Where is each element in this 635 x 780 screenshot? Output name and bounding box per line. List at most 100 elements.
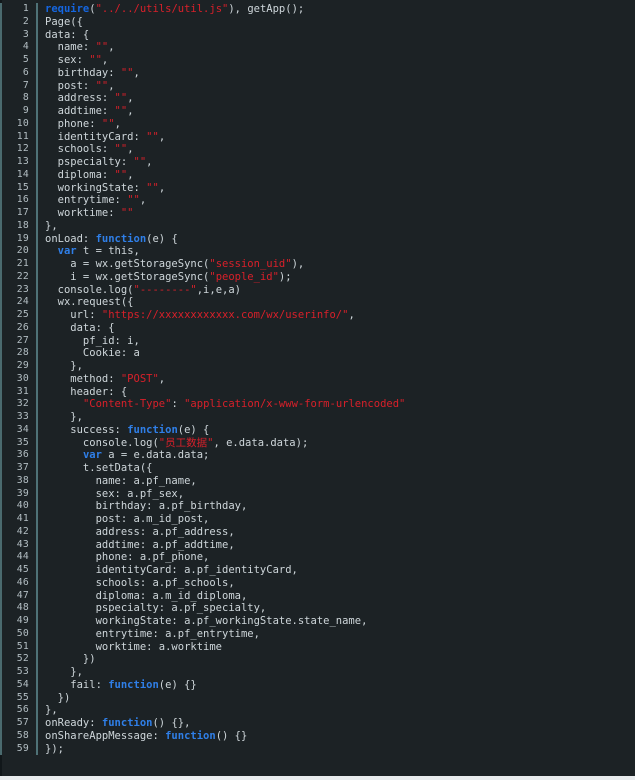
code-line-content[interactable]: addtime: a.pf_addtime, — [38, 539, 635, 552]
code-line[interactable]: 47 diploma: a.m_id_diploma, — [0, 589, 635, 603]
code-line-content[interactable]: }) — [38, 692, 635, 705]
code-line-content[interactable]: method: "POST", — [38, 373, 635, 386]
code-line-content[interactable]: }, — [38, 411, 635, 424]
code-line[interactable]: 40 birthday: a.pf_birthday, — [0, 500, 635, 513]
code-line[interactable]: 7 post: "", — [0, 79, 635, 93]
code-line-content[interactable]: phone: a.pf_phone, — [38, 551, 635, 564]
code-line[interactable]: 31 header: { — [0, 385, 635, 399]
code-line[interactable]: 45 identityCard: a.pf_identityCard, — [0, 564, 635, 577]
code-editor[interactable]: 1 require("../../utils/util.js"), getApp(… — [0, 0, 635, 780]
code-line-content[interactable]: worktime: a.worktime — [38, 641, 635, 654]
code-line-content[interactable]: "Content-Type": "application/x-www-form-… — [38, 398, 635, 411]
code-line-content[interactable]: success: function(e) { — [38, 424, 635, 437]
code-line-content[interactable]: pspecialty: a.pf_specialty, — [38, 602, 635, 615]
code-line[interactable]: 4 name: "", — [0, 41, 635, 54]
code-line-content[interactable]: t.setData({ — [38, 462, 635, 475]
code-line[interactable]: 57 onReady: function() {}, — [0, 717, 635, 730]
code-line-content[interactable]: diploma: a.m_id_diploma, — [38, 590, 635, 603]
code-line[interactable]: 9 addtime: "", — [0, 105, 635, 118]
code-line-content[interactable]: }); — [38, 743, 635, 756]
code-line-content[interactable]: phone: "", — [38, 118, 635, 131]
code-line-content[interactable]: a = wx.getStorageSync("session_uid"), — [38, 258, 635, 271]
code-line[interactable]: 38 name: a.pf_name, — [0, 474, 635, 488]
code-line[interactable]: 17 worktime: "" — [0, 207, 635, 220]
code-line-content[interactable]: address: a.pf_address, — [38, 526, 635, 539]
code-line[interactable]: 30 method: "POST", — [0, 372, 635, 386]
code-line[interactable]: 20 var t = this, — [0, 245, 635, 258]
code-line-content[interactable]: workingState: a.pf_workingState.state_na… — [38, 615, 635, 628]
code-line[interactable]: 33 }, — [0, 411, 635, 424]
code-line[interactable]: 24 wx.request({ — [0, 296, 635, 309]
code-line[interactable]: 10 phone: "", — [0, 117, 635, 131]
code-line-content[interactable]: pspecialty: "", — [38, 156, 635, 169]
code-line-content[interactable]: workingState: "", — [38, 182, 635, 195]
code-line-content[interactable]: identityCard: "", — [38, 131, 635, 144]
code-line-content[interactable]: onLoad: function(e) { — [38, 233, 635, 246]
code-line[interactable]: 23 console.log("--------",i,e,a) — [0, 283, 635, 297]
code-line-content[interactable]: data: { — [38, 29, 635, 42]
code-line[interactable]: 41 post: a.m_id_post, — [0, 513, 635, 526]
code-line[interactable]: 5 sex: "", — [0, 54, 635, 67]
code-line-content[interactable]: name: "", — [38, 41, 635, 54]
code-line-content[interactable]: data: { — [38, 322, 635, 335]
code-line[interactable]: 27 pf_id: i, — [0, 334, 635, 348]
code-line-content[interactable]: }, — [38, 220, 635, 233]
code-line-content[interactable]: Cookie: a — [38, 347, 635, 360]
code-line-content[interactable]: name: a.pf_name, — [38, 475, 635, 488]
code-line-content[interactable]: }, — [38, 666, 635, 679]
code-line-content[interactable]: pf_id: i, — [38, 335, 635, 348]
code-line-content[interactable]: wx.request({ — [38, 296, 635, 309]
code-line-content[interactable]: schools: a.pf_schools, — [38, 577, 635, 590]
code-line[interactable]: 42 address: a.pf_address, — [0, 525, 635, 539]
code-line[interactable]: 58 onShareAppMessage: function() {} — [0, 729, 635, 743]
code-line[interactable]: 53 }, — [0, 666, 635, 679]
code-line[interactable]: 12 schools: "", — [0, 143, 635, 156]
code-line[interactable]: 39 sex: a.pf_sex, — [0, 487, 635, 501]
code-line[interactable]: 35 console.log("员工数据", e.data.data); — [0, 436, 635, 450]
code-line-content[interactable]: diploma: "", — [38, 169, 635, 182]
code-line[interactable]: 25 url: "https://xxxxxxxxxxxx.com/wx/use… — [0, 309, 635, 322]
code-line[interactable]: 51 worktime: a.worktime — [0, 640, 635, 654]
code-line-content[interactable]: birthday: a.pf_birthday, — [38, 500, 635, 513]
code-line[interactable]: 44 phone: a.pf_phone, — [0, 551, 635, 564]
code-line-content[interactable]: address: "", — [38, 92, 635, 105]
code-line[interactable]: 55 }) — [0, 691, 635, 705]
code-line[interactable]: 36 var a = e.data.data; — [0, 449, 635, 462]
code-line[interactable]: 15 workingState: "", — [0, 181, 635, 195]
code-line-content[interactable]: }, — [38, 704, 635, 717]
code-line-content[interactable]: onReady: function() {}, — [38, 717, 635, 730]
code-line-content[interactable]: birthday: "", — [38, 67, 635, 80]
code-line-content[interactable]: fail: function(e) {} — [38, 679, 635, 692]
code-line[interactable]: 6 birthday: "", — [0, 66, 635, 80]
code-line[interactable]: 18}, — [0, 219, 635, 233]
code-line-content[interactable]: var a = e.data.data; — [38, 449, 635, 462]
code-line-content[interactable]: url: "https://xxxxxxxxxxxx.com/wx/userin… — [38, 309, 635, 322]
code-line-content[interactable]: onShareAppMessage: function() {} — [38, 730, 635, 743]
code-line[interactable]: 49 workingState: a.pf_workingState.state… — [0, 615, 635, 628]
code-line-content[interactable]: i = wx.getStorageSync("people_id"); — [38, 271, 635, 284]
code-line[interactable]: 29 }, — [0, 360, 635, 373]
code-line[interactable]: 21 a = wx.getStorageSync("session_uid"), — [0, 258, 635, 271]
code-line[interactable]: 56}, — [0, 704, 635, 717]
code-line[interactable]: 28 Cookie: a — [0, 347, 635, 360]
code-lines-container[interactable]: 1 require("../../utils/util.js"), getApp(… — [0, 0, 635, 780]
code-line-content[interactable]: Page({ — [38, 16, 635, 29]
code-line[interactable]: 2 Page({ — [0, 15, 635, 29]
code-line-content[interactable]: identityCard: a.pf_identityCard, — [38, 564, 635, 577]
code-line[interactable]: 14 diploma: "", — [0, 168, 635, 182]
code-line[interactable]: 52 }) — [0, 653, 635, 666]
code-line[interactable]: 22 i = wx.getStorageSync("people_id"); — [0, 270, 635, 284]
code-line-content[interactable]: entrytime: a.pf_entrytime, — [38, 628, 635, 641]
code-line[interactable]: 43 addtime: a.pf_addtime, — [0, 538, 635, 552]
code-line[interactable]: 50 entrytime: a.pf_entrytime, — [0, 627, 635, 641]
code-line-content[interactable]: entrytime: "", — [38, 194, 635, 207]
code-line[interactable]: 13 pspecialty: "", — [0, 156, 635, 169]
code-line-content[interactable]: worktime: "" — [38, 207, 635, 220]
code-line-content[interactable]: header: { — [38, 386, 635, 399]
code-line[interactable]: 34 success: function(e) { — [0, 423, 635, 437]
code-line[interactable]: 11 identityCard: "", — [0, 130, 635, 144]
code-line-content[interactable]: require("../../utils/util.js"), getApp()… — [38, 3, 635, 16]
code-line[interactable]: 37 t.setData({ — [0, 462, 635, 475]
code-line-content[interactable]: post: "", — [38, 80, 635, 93]
code-line[interactable]: 48 pspecialty: a.pf_specialty, — [0, 602, 635, 615]
